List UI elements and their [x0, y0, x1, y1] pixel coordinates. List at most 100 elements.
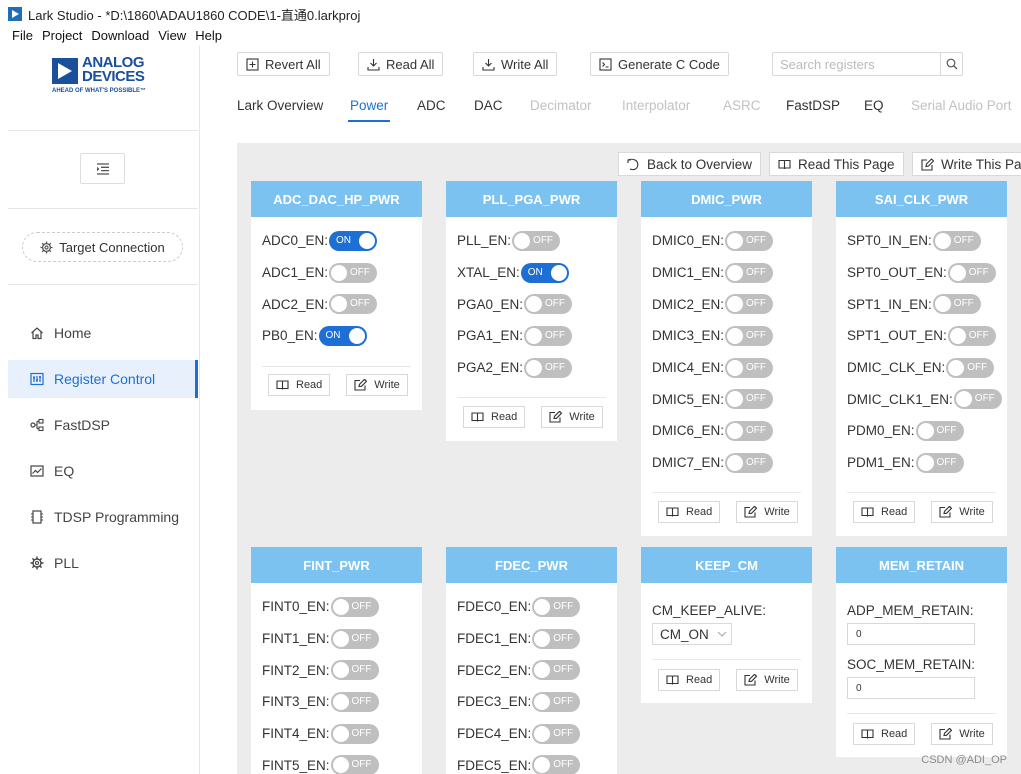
- sidebar-item-eq[interactable]: EQ: [8, 452, 198, 490]
- menu-project[interactable]: Project: [42, 28, 82, 46]
- tab-fastdsp[interactable]: FastDSP: [786, 98, 840, 113]
- toggle-switch-off[interactable]: OFF: [725, 325, 774, 346]
- read-button[interactable]: Read: [658, 669, 721, 691]
- toggle-switch-off[interactable]: OFF: [524, 294, 573, 315]
- menu-view[interactable]: View: [158, 28, 186, 46]
- collapse-sidebar-button[interactable]: [80, 153, 125, 184]
- tab-interpolator: Interpolator: [622, 98, 691, 113]
- sidebar-item-tdsp-programming[interactable]: TDSP Programming: [8, 498, 198, 536]
- tab-power[interactable]: Power: [350, 98, 388, 113]
- sidebar-item-pll[interactable]: PLL: [8, 544, 198, 582]
- adp-mem-retain-input[interactable]: [847, 623, 975, 645]
- write-this-page-button[interactable]: Write This Pa: [912, 152, 1021, 176]
- write-button[interactable]: Write: [931, 501, 993, 523]
- toggle-switch-off[interactable]: OFF: [330, 660, 379, 681]
- toggle-switch-off[interactable]: OFF: [532, 755, 581, 774]
- toggle-switch-off[interactable]: OFF: [532, 660, 581, 681]
- sidebar-divider: [8, 284, 198, 285]
- card-sai-clk-pwr: SAI_CLK_PWR SPT0_IN_EN: OFF SPT0_OUT_EN:…: [836, 181, 1007, 536]
- read-button[interactable]: Read: [268, 374, 331, 396]
- toggle-switch-off[interactable]: OFF: [932, 230, 981, 251]
- toggle-switch-off[interactable]: OFF: [725, 262, 774, 283]
- toggle-switch-on[interactable]: ON: [318, 325, 367, 346]
- soc-mem-retain-input[interactable]: [847, 677, 975, 699]
- card-title: KEEP_CM: [641, 547, 812, 583]
- toggle-switch-off[interactable]: OFF: [915, 452, 964, 473]
- toggle-switch-off[interactable]: OFF: [932, 294, 981, 315]
- back-to-overview-button[interactable]: Back to Overview: [618, 152, 762, 176]
- write-button[interactable]: Write: [541, 406, 603, 428]
- search-button[interactable]: [940, 53, 962, 75]
- tab-adc[interactable]: ADC: [417, 98, 446, 113]
- toggle-switch-off[interactable]: OFF: [915, 420, 964, 441]
- read-button[interactable]: Read: [853, 501, 916, 523]
- toggle-switch-off[interactable]: OFF: [330, 596, 379, 617]
- field-label: PB0_EN:: [262, 328, 318, 344]
- toggle-switch-off[interactable]: OFF: [725, 357, 774, 378]
- register-field: FDEC3_EN: OFF: [457, 686, 617, 718]
- write-all-button[interactable]: Write All: [473, 52, 558, 76]
- read-button[interactable]: Read: [463, 406, 526, 428]
- toggle-switch-off[interactable]: OFF: [725, 230, 774, 251]
- tab-lark-overview[interactable]: Lark Overview: [237, 98, 323, 113]
- register-field: DMIC0_EN: OFF: [652, 225, 812, 257]
- write-button[interactable]: Write: [736, 501, 798, 523]
- sidebar-item-home[interactable]: Home: [8, 314, 198, 352]
- toggle-switch-off[interactable]: OFF: [725, 389, 774, 410]
- app-logo-icon: [8, 7, 22, 21]
- toggle-switch-off[interactable]: OFF: [532, 691, 581, 712]
- read-all-button[interactable]: Read All: [358, 52, 444, 76]
- sidebar-item-register-control[interactable]: Register Control: [8, 360, 198, 398]
- toggle-switch-on[interactable]: ON: [520, 262, 569, 283]
- write-button[interactable]: Write: [736, 669, 798, 691]
- menu-help[interactable]: Help: [195, 28, 222, 46]
- read-button[interactable]: Read: [658, 501, 721, 523]
- generate-c-code-button[interactable]: Generate C Code: [590, 52, 729, 76]
- toggle-switch-off[interactable]: OFF: [329, 262, 378, 283]
- switch-state-text: ON: [336, 234, 352, 246]
- sidebar-item-label: TDSP Programming: [54, 509, 180, 525]
- active-tab-indicator: [348, 120, 390, 122]
- cm-keep-alive-select[interactable]: CM_ON: [652, 623, 732, 645]
- tab-eq[interactable]: EQ: [864, 98, 884, 113]
- toggle-switch-off[interactable]: OFF: [330, 628, 379, 649]
- toggle-switch-off[interactable]: OFF: [329, 294, 378, 315]
- target-connection-button[interactable]: Target Connection: [22, 232, 183, 262]
- toggle-switch-off[interactable]: OFF: [330, 691, 379, 712]
- write-button[interactable]: Write: [346, 374, 408, 396]
- toggle-switch-off[interactable]: OFF: [725, 452, 774, 473]
- back-arrow-icon: [627, 158, 639, 170]
- toggle-switch-off[interactable]: OFF: [532, 596, 581, 617]
- sidebar-item-fastdsp[interactable]: FastDSP: [8, 406, 198, 444]
- field-label: DMIC4_EN:: [652, 360, 725, 376]
- toggle-switch-off[interactable]: OFF: [532, 628, 581, 649]
- menu-file[interactable]: File: [12, 28, 33, 46]
- register-field: FINT3_EN: OFF: [262, 686, 422, 718]
- toggle-switch-on[interactable]: ON: [329, 230, 378, 251]
- field-label: DMIC5_EN:: [652, 391, 725, 407]
- card-divider: [652, 492, 801, 493]
- search-input[interactable]: [773, 53, 940, 75]
- toggle-switch-off[interactable]: OFF: [946, 357, 995, 378]
- toggle-switch-off[interactable]: OFF: [947, 325, 996, 346]
- toggle-switch-off[interactable]: OFF: [953, 389, 1002, 410]
- toggle-switch-off[interactable]: OFF: [725, 420, 774, 441]
- toggle-switch-off[interactable]: OFF: [524, 325, 573, 346]
- register-field: SPT0_OUT_EN: OFF: [847, 257, 1007, 289]
- tab-dac[interactable]: DAC: [474, 98, 503, 113]
- toggle-switch-off[interactable]: OFF: [330, 755, 379, 774]
- edit-icon: [549, 411, 563, 423]
- revert-all-button[interactable]: Revert All: [237, 52, 330, 76]
- book-icon: [861, 507, 874, 517]
- toggle-switch-off[interactable]: OFF: [532, 723, 581, 744]
- read-button[interactable]: Read: [853, 723, 916, 745]
- toggle-switch-off[interactable]: OFF: [330, 723, 379, 744]
- toggle-switch-off[interactable]: OFF: [512, 230, 561, 251]
- read-this-page-button[interactable]: Read This Page: [769, 152, 904, 176]
- book-icon: [666, 675, 679, 685]
- write-button[interactable]: Write: [931, 723, 993, 745]
- menu-download[interactable]: Download: [91, 28, 149, 46]
- toggle-switch-off[interactable]: OFF: [947, 262, 996, 283]
- toggle-switch-off[interactable]: OFF: [524, 357, 573, 378]
- toggle-switch-off[interactable]: OFF: [725, 294, 774, 315]
